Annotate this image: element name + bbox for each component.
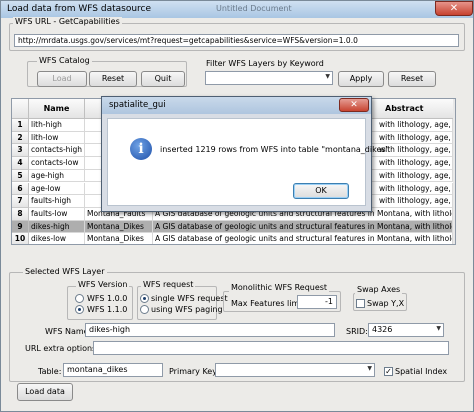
row-number-cell: 10 bbox=[12, 233, 29, 244]
title-bar[interactable]: Load data from WFS datasource Untitled D… bbox=[1, 1, 473, 18]
background-window-title: Untitled Document bbox=[216, 4, 292, 13]
table-row[interactable]: 9 dikes-high Montana_Dikes A GIS database o… bbox=[12, 220, 455, 234]
paging-request-radio[interactable] bbox=[140, 305, 149, 314]
name-cell: age-high bbox=[29, 169, 85, 183]
main-window: Load data from WFS datasource Untitled D… bbox=[0, 0, 474, 412]
dialog-body: i inserted 1219 rows from WFS into table… bbox=[107, 118, 389, 206]
row-number-cell: 5 bbox=[12, 169, 29, 183]
table-name-input[interactable]: montana_dikes bbox=[63, 363, 163, 377]
dialog-title-bar[interactable]: spatialite_gui ✕ bbox=[102, 97, 371, 114]
info-icon: i bbox=[130, 138, 152, 160]
quit-button[interactable]: Quit bbox=[141, 71, 185, 87]
table-name-label: Table: bbox=[38, 367, 62, 376]
wfs-request-label: WFS request bbox=[141, 280, 196, 289]
name-column-header[interactable]: Name bbox=[29, 99, 85, 119]
table-row[interactable]: 10 dikes-low Montana_Dikes A GIS database o… bbox=[12, 233, 455, 244]
name-cell: faults-high bbox=[29, 195, 85, 208]
title-cell: Montana_Dikes bbox=[85, 233, 153, 244]
filter-keyword-combo[interactable]: ▼ bbox=[205, 71, 333, 85]
window-title: Load data from WFS datasource bbox=[7, 4, 152, 14]
dialog-close-button[interactable]: ✕ bbox=[339, 98, 369, 112]
name-cell: age-low bbox=[29, 182, 85, 196]
dialog-message: inserted 1219 rows from WFS into table "… bbox=[160, 145, 390, 154]
spatial-index-checkbox[interactable]: ✓ bbox=[384, 367, 393, 376]
load-catalog-button[interactable]: Load bbox=[37, 71, 87, 87]
row-number-cell: 6 bbox=[12, 182, 29, 196]
monolithic-label: Monolithic WFS Request bbox=[229, 283, 330, 292]
title-cell: Montana_Dikes bbox=[85, 220, 153, 234]
selected-layer-group-label: Selected WFS Layer bbox=[23, 267, 107, 276]
row-number-cell: 1 bbox=[12, 119, 29, 132]
row-number-cell: 2 bbox=[12, 131, 29, 145]
wfs-version-110-label: WFS 1.1.0 bbox=[87, 305, 128, 314]
url-extra-label: URL extra options: bbox=[25, 344, 99, 353]
chevron-down-icon: ▼ bbox=[325, 73, 330, 80]
name-cell: contacts-low bbox=[29, 157, 85, 170]
swap-axes-label: Swap Axes bbox=[355, 285, 403, 294]
corner-header bbox=[12, 99, 29, 119]
single-request-radio[interactable] bbox=[140, 294, 149, 303]
abstract-cell: A GIS database of geologic units and str… bbox=[153, 220, 453, 234]
apply-filter-button[interactable]: Apply bbox=[338, 71, 384, 87]
row-number-cell: 9 bbox=[12, 220, 29, 234]
wfs-url-group-label: WFS URL - GetCapabilities bbox=[13, 17, 122, 26]
srid-combo[interactable]: 4326 ▼ bbox=[368, 323, 444, 337]
primary-key-combo[interactable]: ▼ bbox=[215, 363, 375, 377]
name-cell: dikes-low bbox=[29, 233, 85, 244]
max-features-input[interactable]: -1 bbox=[297, 295, 337, 309]
spatial-index-label: Spatial Index bbox=[395, 367, 448, 376]
wfs-catalog-group-label: WFS Catalog bbox=[37, 56, 92, 65]
close-icon: ✕ bbox=[449, 3, 459, 14]
max-features-label: Max Features limit: bbox=[231, 299, 308, 308]
url-extra-input[interactable] bbox=[93, 341, 449, 355]
srid-value: 4326 bbox=[372, 325, 393, 334]
abstract-cell: A GIS database of geologic units and str… bbox=[153, 233, 453, 244]
info-dialog: spatialite_gui ✕ i inserted 1219 rows fr… bbox=[101, 96, 389, 212]
swap-yx-label: Swap Y,X bbox=[367, 299, 405, 308]
wfs-name-input[interactable]: dikes-high bbox=[85, 323, 335, 337]
name-cell: faults-low bbox=[29, 207, 85, 221]
row-number-cell: 7 bbox=[12, 195, 29, 208]
row-number-cell: 8 bbox=[12, 207, 29, 221]
single-request-label: single WFS request bbox=[151, 294, 228, 303]
chevron-down-icon: ▼ bbox=[367, 365, 372, 372]
primary-key-label: Primary Key: bbox=[169, 367, 220, 376]
table-scrollbar[interactable] bbox=[453, 99, 455, 244]
checkmark-icon: ✓ bbox=[385, 367, 392, 376]
dialog-title: spatialite_gui bbox=[109, 100, 166, 110]
filter-label: Filter WFS Layers by Keyword bbox=[206, 59, 324, 68]
name-cell: lith-high bbox=[29, 119, 85, 132]
wfs-version-radio-100[interactable] bbox=[75, 294, 84, 303]
wfs-version-radio-110[interactable] bbox=[75, 305, 84, 314]
wfs-version-100-label: WFS 1.0.0 bbox=[87, 294, 128, 303]
wfs-version-group bbox=[67, 286, 133, 320]
name-cell: dikes-high bbox=[29, 220, 85, 234]
wfs-version-label: WFS Version bbox=[76, 280, 130, 289]
row-number-cell: 3 bbox=[12, 144, 29, 158]
reset-filter-button[interactable]: Reset bbox=[388, 71, 436, 87]
name-cell: lith-low bbox=[29, 131, 85, 145]
name-cell: contacts-high bbox=[29, 144, 85, 158]
load-data-button[interactable]: Load data bbox=[17, 383, 73, 401]
reset-catalog-button[interactable]: Reset bbox=[89, 71, 137, 87]
row-number-cell: 4 bbox=[12, 157, 29, 170]
close-icon: ✕ bbox=[350, 100, 358, 110]
wfs-request-group bbox=[137, 286, 217, 320]
ok-button[interactable]: OK bbox=[293, 183, 349, 199]
swap-yx-checkbox[interactable] bbox=[356, 299, 365, 308]
srid-label: SRID: bbox=[346, 327, 368, 336]
abstract-header-label: Abstract bbox=[385, 104, 424, 113]
wfs-url-input[interactable]: http://mrdata.usgs.gov/services/mt?reque… bbox=[14, 34, 459, 47]
chevron-down-icon: ▼ bbox=[436, 325, 441, 332]
window-close-button[interactable]: ✕ bbox=[435, 1, 473, 16]
paging-request-label: using WFS paging bbox=[151, 305, 223, 314]
